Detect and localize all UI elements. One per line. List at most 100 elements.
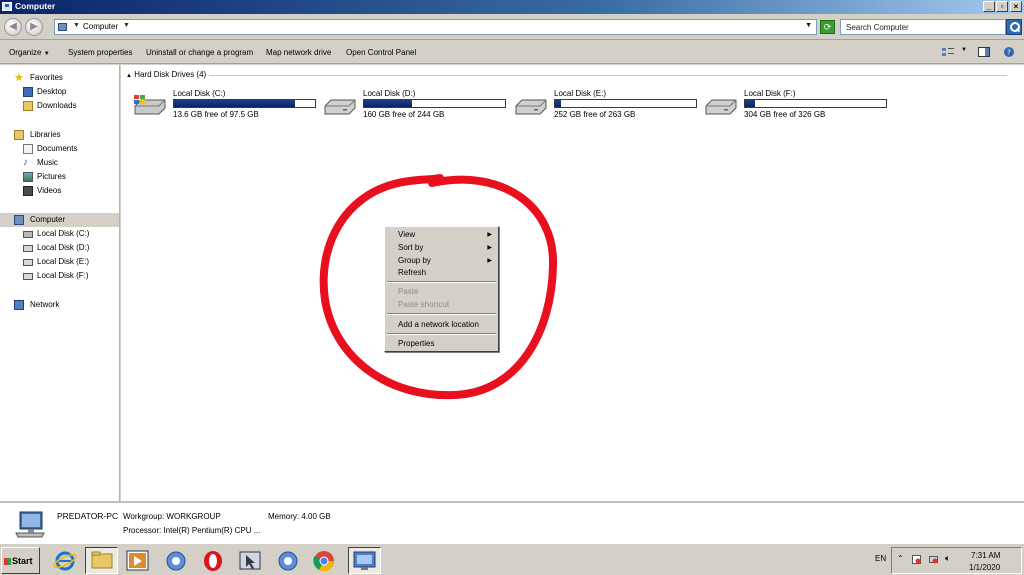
- content-pane[interactable]: ▲ Hard Disk Drives (4) Local Disk (C:) 1…: [121, 65, 1024, 501]
- clock-date[interactable]: 1/1/2020: [969, 563, 1000, 572]
- details-pane: PREDATOR-PC Workgroup: WORKGROUP Memory:…: [0, 501, 1024, 543]
- sidebar-item-libraries[interactable]: Libraries: [0, 128, 119, 142]
- change-view-icon[interactable]: [941, 46, 955, 58]
- search-input[interactable]: Search Computer: [840, 19, 1006, 35]
- sidebar-item-label: Network: [30, 300, 60, 309]
- address-row: ◀ ▶ ▼ Computer ▼ ▼ ⟳ Search Computer: [0, 14, 1024, 40]
- show-hidden-icons-icon[interactable]: ⌃: [897, 554, 906, 563]
- drive-icon: [515, 99, 547, 115]
- internet-explorer-icon[interactable]: [49, 547, 82, 574]
- preview-pane-icon[interactable]: [977, 46, 991, 58]
- drive-tile[interactable]: Local Disk (C:) 13.6 GB free of 97.5 GB: [133, 89, 318, 123]
- drive-tile[interactable]: Local Disk (F:) 304 GB free of 326 GB: [704, 89, 889, 123]
- workgroup-text: Workgroup: WORKGROUP: [123, 512, 221, 521]
- browser-icon[interactable]: [160, 547, 193, 574]
- drive-free-space: 252 GB free of 263 GB: [554, 110, 636, 119]
- media-player-icon[interactable]: [121, 547, 154, 574]
- sidebar-item-music[interactable]: ♪ Music: [0, 156, 119, 170]
- system-properties-button[interactable]: System properties: [68, 48, 132, 57]
- opera-icon[interactable]: [197, 547, 230, 574]
- forward-button[interactable]: ▶: [25, 18, 43, 36]
- open-control-panel-button[interactable]: Open Control Panel: [346, 48, 416, 57]
- explorer-taskbar-button[interactable]: [85, 547, 118, 574]
- back-button[interactable]: ◀: [4, 18, 22, 36]
- start-button[interactable]: Start: [1, 547, 40, 574]
- drive-free-space: 13.6 GB free of 97.5 GB: [173, 110, 259, 119]
- breadcrumb[interactable]: Computer: [83, 22, 118, 31]
- collapse-icon: ▲: [126, 73, 132, 79]
- help-icon[interactable]: ?: [1002, 46, 1016, 58]
- chrome-icon[interactable]: [308, 547, 341, 574]
- clock-time[interactable]: 7:31 AM: [971, 551, 1000, 560]
- sidebar-item-computer[interactable]: Computer: [0, 213, 119, 227]
- close-button[interactable]: ×: [1010, 1, 1022, 12]
- drive-icon: [23, 259, 33, 266]
- menu-item-refresh[interactable]: Refresh: [398, 268, 426, 277]
- chevron-down-icon[interactable]: ▼: [73, 22, 80, 29]
- group-divider: [209, 75, 1007, 76]
- sidebar-item-disk-c[interactable]: Local Disk (C:): [0, 227, 119, 241]
- window-title: Computer: [15, 1, 56, 11]
- volume-icon[interactable]: 🔈︎: [945, 553, 954, 563]
- restore-button[interactable]: ▫: [996, 1, 1008, 12]
- search-icon[interactable]: [1006, 19, 1022, 35]
- downloads-folder-icon: [23, 101, 33, 111]
- drive-tile[interactable]: Local Disk (D:) 160 GB free of 244 GB: [323, 89, 508, 123]
- sidebar-item-network[interactable]: Network: [0, 298, 119, 312]
- title-bar: Computer _ ▫ ×: [0, 0, 1024, 14]
- chevron-down-icon[interactable]: ▼: [123, 22, 130, 29]
- star-icon: ★: [14, 72, 24, 84]
- sidebar-item-pictures[interactable]: Pictures: [0, 170, 119, 184]
- refresh-icon[interactable]: ⟳: [820, 20, 835, 34]
- chevron-down-icon[interactable]: ▼: [961, 47, 975, 59]
- browser-icon[interactable]: [272, 547, 305, 574]
- drive-icon: [23, 273, 33, 280]
- chevron-down-icon: ▼: [43, 51, 50, 57]
- network-status-icon[interactable]: [929, 555, 938, 564]
- pictures-icon: [23, 172, 33, 182]
- submenu-arrow-icon: ▶: [487, 245, 492, 251]
- drive-name: Local Disk (F:): [744, 89, 796, 98]
- history-dropdown-icon[interactable]: ▼: [805, 22, 812, 29]
- minimize-button[interactable]: _: [983, 1, 995, 12]
- action-center-icon[interactable]: [912, 555, 921, 564]
- drive-name: Local Disk (C:): [173, 89, 226, 98]
- menu-item-properties[interactable]: Properties: [398, 339, 434, 348]
- sidebar-item-label: Local Disk (C:): [37, 229, 90, 238]
- capacity-bar: [173, 99, 316, 108]
- system-tray: ⌃ 🔈︎ 7:31 AM 1/1/2020: [891, 547, 1022, 574]
- sidebar-item-downloads[interactable]: Downloads: [0, 99, 119, 113]
- map-network-drive-button[interactable]: Map network drive: [266, 48, 331, 57]
- menu-item-sort-by[interactable]: Sort by: [398, 243, 423, 252]
- drive-name: Local Disk (D:): [363, 89, 416, 98]
- language-indicator[interactable]: EN: [875, 554, 886, 563]
- sidebar-item-documents[interactable]: Documents: [0, 142, 119, 156]
- sidebar-item-desktop[interactable]: Desktop: [0, 85, 119, 99]
- menu-item-add-network-location[interactable]: Add a network location: [398, 320, 479, 329]
- menu-separator: [387, 313, 496, 315]
- organize-button[interactable]: Organize ▼: [9, 48, 50, 57]
- remote-desktop-taskbar-button[interactable]: [348, 547, 381, 574]
- uninstall-program-button[interactable]: Uninstall or change a program: [146, 48, 253, 57]
- sidebar-item-videos[interactable]: Videos: [0, 184, 119, 198]
- menu-item-paste-shortcut[interactable]: Paste shortcut: [398, 300, 449, 309]
- menu-item-paste[interactable]: Paste: [398, 287, 418, 296]
- address-bar[interactable]: ▼ Computer ▼ ▼: [54, 19, 817, 35]
- navigation-pane: ★ Favorites Desktop Downloads Libraries …: [0, 65, 120, 501]
- sidebar-item-disk-f[interactable]: Local Disk (F:): [0, 269, 119, 283]
- menu-item-group-by[interactable]: Group by: [398, 256, 431, 265]
- sidebar-item-label: Libraries: [30, 130, 61, 139]
- sidebar-item-disk-e[interactable]: Local Disk (E:): [0, 255, 119, 269]
- music-icon: ♪: [23, 157, 28, 168]
- cursor-app-icon[interactable]: [234, 547, 267, 574]
- processor-text: Processor: Intel(R) Pentium(R) CPU ...: [123, 526, 261, 535]
- capacity-fill: [745, 100, 755, 107]
- menu-item-view[interactable]: View: [398, 230, 415, 239]
- sidebar-item-disk-d[interactable]: Local Disk (D:): [0, 241, 119, 255]
- group-header-label: Hard Disk Drives (4): [134, 70, 207, 79]
- sidebar-item-favorites[interactable]: ★ Favorites: [0, 71, 119, 85]
- group-header[interactable]: ▲ Hard Disk Drives (4): [126, 70, 206, 79]
- drive-tile[interactable]: Local Disk (E:) 252 GB free of 263 GB: [514, 89, 699, 123]
- capacity-fill: [364, 100, 412, 107]
- drive-icon: [705, 99, 737, 115]
